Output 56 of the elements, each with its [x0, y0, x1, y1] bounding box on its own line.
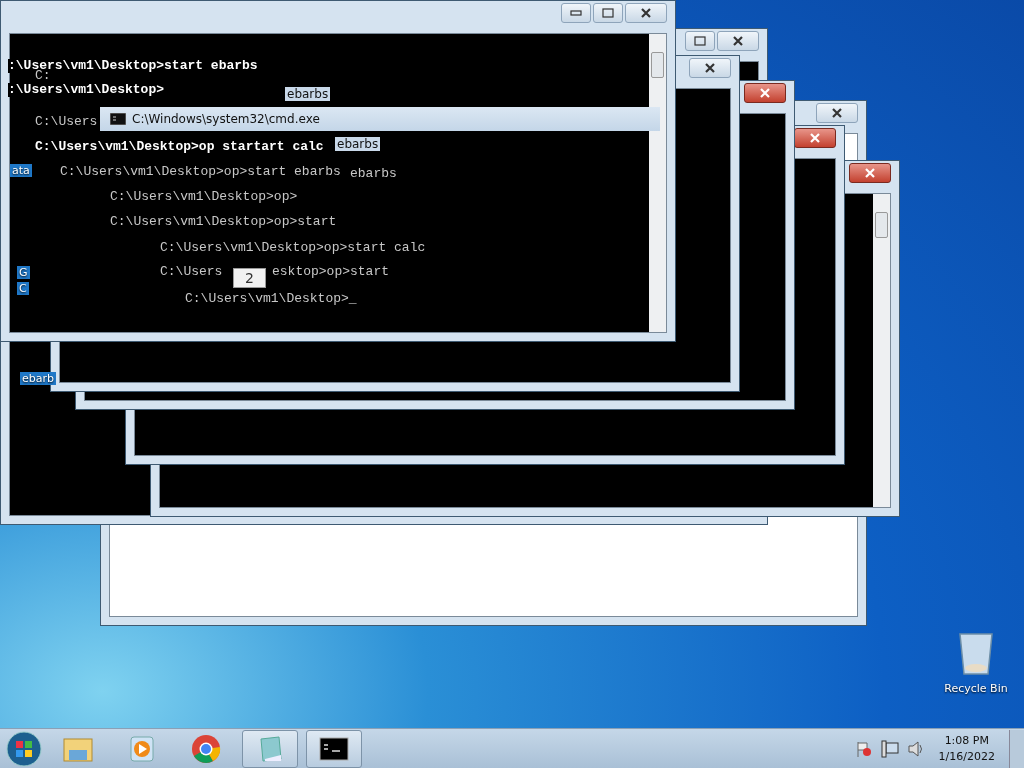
volume-icon[interactable]	[906, 739, 925, 758]
console-line: C:\Users	[35, 115, 98, 129]
browser-icon	[191, 733, 221, 764]
show-desktop-button[interactable]	[1009, 729, 1024, 768]
console-line: C:\Users\vm1\Desktop>op>start calc	[160, 241, 426, 255]
console-line: C:\Users\vm1\Desktop>_	[185, 292, 357, 306]
close-button[interactable]	[816, 103, 858, 123]
flag-icon[interactable]	[854, 739, 873, 758]
close-button[interactable]	[744, 83, 786, 103]
close-icon	[759, 88, 771, 98]
folder-icon	[63, 735, 93, 762]
minimize-icon	[570, 10, 582, 16]
maximize-icon	[602, 8, 614, 18]
console-line: C:\Users\vm1\Desktop>op>start	[110, 215, 337, 229]
close-button[interactable]	[794, 128, 836, 148]
close-icon	[809, 133, 821, 143]
console-line: ebarbs	[350, 167, 397, 181]
desktop-icon-label[interactable]: C	[17, 282, 29, 295]
desktop-icon-label[interactable]: Recycle Bin	[944, 682, 1008, 695]
close-button[interactable]	[717, 31, 759, 51]
start-button[interactable]	[6, 730, 42, 767]
close-icon	[704, 63, 716, 73]
taskbar-button[interactable]	[306, 729, 362, 768]
notepad-icon	[257, 734, 283, 763]
maximize-button[interactable]	[685, 31, 715, 51]
console-line: esktop>op>start	[272, 265, 390, 279]
window-title-fragment: ebarbs	[285, 87, 331, 101]
tooltip: 2	[233, 268, 266, 288]
maximize-button[interactable]	[593, 3, 623, 23]
window-title-fragment: ebarbs	[335, 137, 381, 151]
scrollbar[interactable]	[873, 194, 890, 507]
close-button[interactable]	[625, 3, 667, 23]
clock-time: 1:08 PM	[944, 732, 989, 749]
close-icon	[640, 8, 652, 18]
close-icon	[864, 168, 876, 178]
desktop-icon-label[interactable]: ata	[10, 164, 32, 177]
desktop-icon-label[interactable]: ebarb	[20, 372, 56, 385]
close-button[interactable]	[689, 58, 731, 78]
play-icon	[129, 734, 155, 763]
clock[interactable]: 1:08 PM 1/16/2022	[932, 732, 1001, 765]
close-icon	[831, 108, 843, 118]
window-title: C:\Windows\system32\cmd.exe	[132, 112, 320, 126]
scrollbar[interactable]	[649, 34, 666, 332]
desktop-icon-label[interactable]: G	[17, 266, 30, 279]
minimize-button[interactable]	[561, 3, 591, 23]
console-line: C:\Users	[160, 265, 223, 279]
console-line: C:\Users\vm1\Desktop>op>start ebarbs	[60, 165, 341, 179]
console-line: C:\Users\vm1\Desktop>op>	[110, 190, 298, 204]
close-button[interactable]	[849, 163, 891, 183]
console-icon	[319, 736, 349, 761]
console-icon	[110, 113, 126, 125]
network-icon[interactable]	[880, 739, 899, 758]
recycle-bin-icon[interactable]	[958, 630, 994, 676]
close-icon	[732, 36, 744, 46]
clock-date: 1/16/2022	[938, 748, 995, 765]
maximize-icon	[694, 36, 706, 46]
